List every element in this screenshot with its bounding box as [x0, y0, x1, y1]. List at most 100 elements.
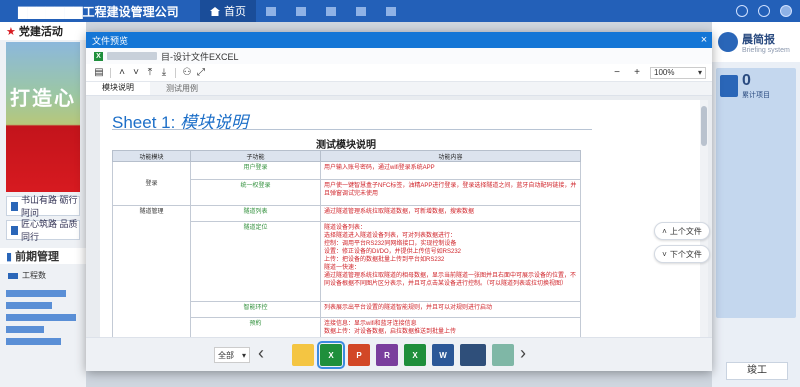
briefing-title: 晨简报 [742, 33, 775, 46]
next-file-label: 下个文件 [669, 249, 702, 259]
divider [110, 67, 111, 78]
bar-chart-icon: ▮ [6, 250, 13, 263]
nav-item-6[interactable] [376, 0, 406, 22]
left-menu-item-2[interactable]: 匠心筑路 品质同行 [6, 219, 80, 242]
file-type-filter[interactable]: 全部 ▾ [214, 347, 250, 363]
menu-icon [386, 6, 396, 16]
file-preview-dialog: 文件预览 × X 目-设计文件EXCEL ▤ ˄ ˅ ⤒ ⤓ ⚇ ⤢ − + 1… [86, 32, 712, 371]
menu-icon [356, 6, 366, 16]
legend-label: 工程数 [22, 271, 46, 280]
legend-swatch [8, 272, 18, 279]
topbar-actions [736, 5, 800, 17]
excel-thumb[interactable]: X [317, 341, 345, 369]
nav-item-2[interactable] [256, 0, 286, 22]
party-banner-image[interactable]: 打造心 [6, 42, 80, 192]
function-cell: 智能环控 [190, 301, 321, 318]
nav-home[interactable]: 首页 [200, 0, 256, 22]
sheet-page: Sheet 1: 模块说明 测试模块说明 功能模块 子功能 功能内容 登录 用户… [100, 100, 700, 337]
sidebar-toggle-icon[interactable]: ▤ [92, 67, 106, 78]
table-caption: 测试模块说明 [316, 140, 376, 151]
bar [6, 290, 66, 297]
last-page-icon[interactable]: ⤓ [157, 67, 171, 78]
module-cell: 登录 [112, 161, 191, 206]
nav-item-4[interactable] [316, 0, 346, 22]
file-thumbnails: X P R X W [292, 341, 514, 369]
briefing-logo-icon [718, 32, 738, 52]
function-cell: 隧道定位 [190, 221, 321, 302]
previous-file-button[interactable]: ˄ 上个文件 [654, 222, 710, 240]
bar [6, 302, 52, 309]
zoom-controls: − + 100% ▾ [610, 66, 706, 79]
avatar[interactable] [780, 5, 792, 17]
nav-home-label: 首页 [224, 6, 246, 18]
function-cell: 用户登录 [190, 161, 321, 180]
close-icon[interactable]: × [696, 34, 712, 46]
column-header: 功能模块 [112, 150, 191, 162]
function-cell: 预約 [190, 317, 321, 337]
divider [175, 67, 176, 78]
bell-icon[interactable] [736, 5, 748, 17]
content-cell: 列表展示出平台设置的隧道智能规则，并且可以对规则进行启动 [320, 301, 581, 318]
table-row: 隧道管理 隧道列表 通过隧道管理系统拉取隧道数据，可新增数据，搜索数据 [112, 205, 581, 337]
document-icon [720, 75, 738, 97]
image-thumb[interactable] [460, 344, 486, 366]
tab-module-description[interactable]: 模块说明 [86, 82, 150, 95]
excel-thumb[interactable]: X [404, 344, 426, 366]
scrollbar-thumb[interactable] [701, 106, 707, 146]
table-header-row: 功能模块 子功能 功能内容 [112, 150, 581, 162]
sheet-tabs: 模块说明 测试用例 [86, 82, 712, 96]
dialog-titlebar: 文件预览 × [86, 32, 712, 48]
chevron-up-icon: ˄ [662, 226, 667, 236]
chart-legend: 工程数 [0, 270, 86, 281]
dialog-title: 文件预览 [92, 35, 129, 46]
function-cell: 隧道列表 [190, 205, 321, 222]
nav-item-5[interactable] [346, 0, 376, 22]
banner-slogan: 打造心 [10, 86, 76, 110]
divider [112, 129, 592, 130]
zoom-select[interactable]: 100% ▾ [650, 66, 706, 79]
column-header: 功能内容 [320, 150, 581, 162]
chevron-right-icon[interactable]: › [520, 343, 526, 364]
rar-thumb[interactable]: R [376, 344, 398, 366]
chevron-down-icon: ▾ [697, 68, 702, 77]
file-type-filter-value: 全部 [218, 350, 234, 360]
next-file-button[interactable]: ˅ 下个文件 [654, 245, 710, 263]
menu-icon [326, 6, 336, 16]
zoom-value: 100% [654, 68, 675, 77]
left-menu-item-1[interactable]: 书山有路 砺行阿问 [6, 195, 80, 218]
menu-icon [266, 6, 276, 16]
nav-item-3[interactable] [286, 0, 316, 22]
content-cell: 用户输入账号密码，通过wifi登录系统APP [320, 161, 581, 180]
file-name-bar: X 目-设计文件EXCEL [86, 48, 712, 64]
first-page-icon[interactable]: ⤒ [143, 67, 157, 78]
zoom-out-button[interactable]: − [610, 67, 624, 78]
settings-icon[interactable] [758, 5, 770, 17]
party-activity-header: ★ 党建活动 [0, 22, 86, 40]
region-map[interactable]: 0 累计项目 [716, 68, 796, 318]
sheet-viewport: Sheet 1: 模块说明 测试模块说明 功能模块 子功能 功能内容 登录 用户… [86, 96, 712, 337]
bar [6, 326, 44, 333]
completed-button[interactable]: 竣工 [726, 362, 788, 380]
word-thumb[interactable]: W [432, 344, 454, 366]
module-table: 功能模块 子功能 功能内容 登录 用户登录 用户输入账号密码，通过wifi登录系… [112, 150, 581, 337]
vertical-scrollbar[interactable] [700, 100, 708, 337]
ppt-thumb[interactable]: P [348, 344, 370, 366]
fullscreen-icon[interactable]: ⤢ [194, 67, 208, 78]
zoom-in-button[interactable]: + [630, 67, 644, 78]
left-menu-label: 匠心筑路 品质同行 [21, 219, 78, 242]
file-strip: 全部 ▾ ‹ X P R X W › [86, 337, 712, 371]
book-icon [11, 201, 18, 211]
briefing-header: 晨简报 Briefing system [712, 22, 800, 62]
phase-bars [0, 281, 86, 354]
chevron-left-icon[interactable]: ‹ [258, 343, 264, 364]
project-count: 0 [742, 72, 751, 89]
content-cell: 通过隧道管理系统拉取隧道数据，可新增数据，搜索数据 [320, 205, 581, 222]
chevron-up-icon[interactable]: ˄ [115, 67, 129, 78]
menu-icon [296, 6, 306, 16]
chevron-down-icon[interactable]: ˅ [129, 67, 143, 78]
drawing-thumb[interactable] [492, 344, 514, 366]
folder-icon[interactable] [292, 344, 314, 366]
user-icon[interactable]: ⚇ [180, 67, 194, 78]
party-title: 党建活动 [18, 26, 63, 38]
tab-test-cases[interactable]: 测试用例 [150, 82, 214, 95]
